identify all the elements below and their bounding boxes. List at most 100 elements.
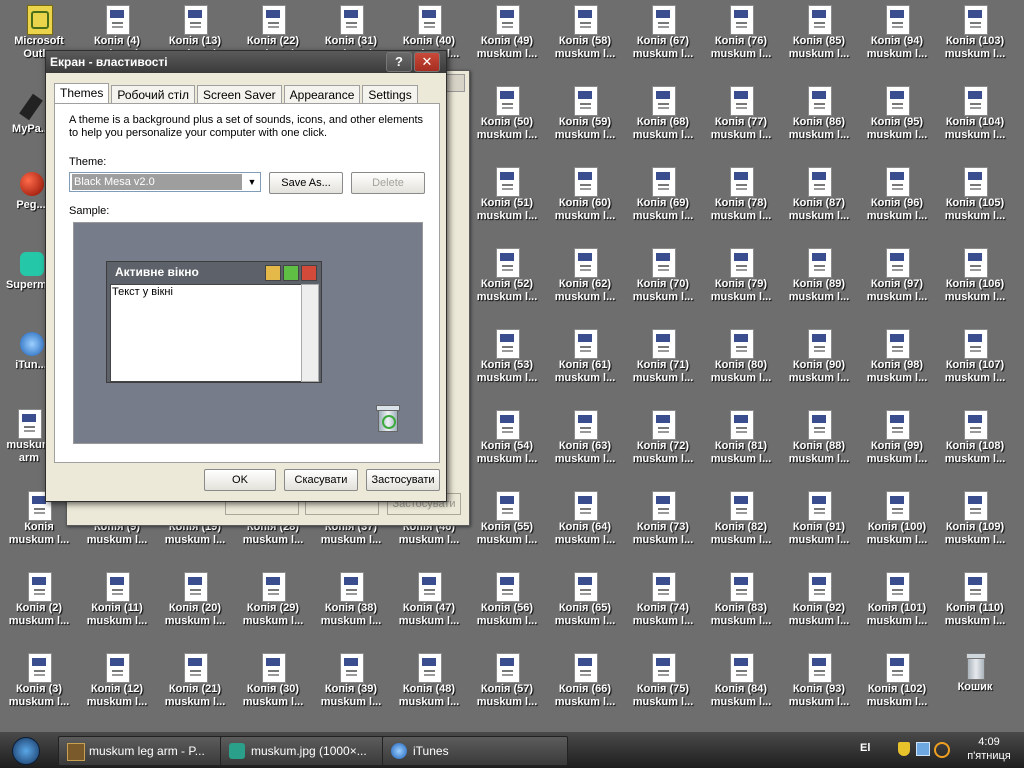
- desktop-icon-file[interactable]: Копія (2) muskum l...: [0, 569, 78, 649]
- desktop-icon-file[interactable]: Копія (83) muskum l...: [702, 569, 780, 649]
- desktop-icon-file[interactable]: Копія (87) muskum l...: [780, 164, 858, 244]
- desktop-icon-file[interactable]: Копія (64) muskum l...: [546, 488, 624, 568]
- taskbar-button-photoshop[interactable]: muskum leg arm - P...: [58, 736, 246, 766]
- desktop-icon-file[interactable]: Копія (86) muskum l...: [780, 83, 858, 163]
- desktop-icon-file[interactable]: Копія (65) muskum l...: [546, 569, 624, 649]
- desktop-icon-file[interactable]: Копія (90) muskum l...: [780, 326, 858, 406]
- desktop-icon-file[interactable]: Копія (66) muskum l...: [546, 650, 624, 730]
- desktop-icon-file[interactable]: Копія (109) muskum l...: [936, 488, 1014, 568]
- desktop-icon-file[interactable]: Копія (71) muskum l...: [624, 326, 702, 406]
- close-button[interactable]: ✕: [414, 52, 440, 72]
- desktop-icon-file[interactable]: Копія (29) muskum l...: [234, 569, 312, 649]
- desktop-icon-recycle-bin[interactable]: Кошик: [936, 648, 1014, 728]
- desktop-icon-file[interactable]: Копія (104) muskum l...: [936, 83, 1014, 163]
- desktop-icon-file[interactable]: Копія (61) muskum l...: [546, 326, 624, 406]
- desktop-icon-file[interactable]: Копія (95) muskum l...: [858, 83, 936, 163]
- tab-appearance[interactable]: Appearance: [283, 85, 361, 104]
- desktop-icon-file[interactable]: Копія (78) muskum l...: [702, 164, 780, 244]
- apply-button[interactable]: Застосувати: [366, 469, 440, 491]
- desktop-icon-file[interactable]: Копія (54) muskum l...: [468, 407, 546, 487]
- save-as-button[interactable]: Save As...: [269, 172, 343, 194]
- desktop-icon-file[interactable]: Копія (68) muskum l...: [624, 83, 702, 163]
- desktop-icon-file[interactable]: Копія (57) muskum l...: [468, 650, 546, 730]
- desktop-icon-file[interactable]: Копія (85) muskum l...: [780, 2, 858, 82]
- desktop-icon-file[interactable]: Копія (60) muskum l...: [546, 164, 624, 244]
- desktop-icon-file[interactable]: Копія (92) muskum l...: [780, 569, 858, 649]
- desktop-icon-file[interactable]: Копія (59) muskum l...: [546, 83, 624, 163]
- desktop-icon-file[interactable]: Копія (76) muskum l...: [702, 2, 780, 82]
- clock[interactable]: 4:09 п'ятниця: [956, 735, 1022, 763]
- desktop-icon-file[interactable]: Копія (49) muskum l...: [468, 2, 546, 82]
- desktop-icon-file[interactable]: Копія (80) muskum l...: [702, 326, 780, 406]
- delete-button[interactable]: Delete: [351, 172, 425, 194]
- desktop-icon-file[interactable]: Копія (107) muskum l...: [936, 326, 1014, 406]
- cancel-button[interactable]: Скасувати: [284, 469, 358, 491]
- desktop-icon-file[interactable]: Копія (62) muskum l...: [546, 245, 624, 325]
- desktop-icon-file[interactable]: Копія (39) muskum l...: [312, 650, 390, 730]
- security-shield-icon[interactable]: [898, 742, 910, 756]
- desktop-icon-file[interactable]: Копія (38) muskum l...: [312, 569, 390, 649]
- desktop-icon-file[interactable]: Копія (105) muskum l...: [936, 164, 1014, 244]
- desktop-icon-file[interactable]: Копія (101) muskum l...: [858, 569, 936, 649]
- desktop-icon-file[interactable]: Копія (3) muskum l...: [0, 650, 78, 730]
- desktop-icon-file[interactable]: Копія (67) muskum l...: [624, 2, 702, 82]
- desktop-icon-file[interactable]: Копія (50) muskum l...: [468, 83, 546, 163]
- network-icon[interactable]: [916, 742, 930, 756]
- desktop-icon-file[interactable]: Копія (75) muskum l...: [624, 650, 702, 730]
- desktop-icon-file[interactable]: Копія (106) muskum l...: [936, 245, 1014, 325]
- desktop-icon-file[interactable]: Копія (55) muskum l...: [468, 488, 546, 568]
- taskbar-button-itunes[interactable]: iTunes: [382, 736, 568, 766]
- desktop-icon-file[interactable]: Копія (51) muskum l...: [468, 164, 546, 244]
- volume-icon[interactable]: [934, 742, 950, 758]
- desktop-icon-file[interactable]: Копія (81) muskum l...: [702, 407, 780, 487]
- help-button[interactable]: ?: [386, 52, 412, 72]
- desktop-icon-file[interactable]: Копія (74) muskum l...: [624, 569, 702, 649]
- desktop-icon-file[interactable]: Копія (30) muskum l...: [234, 650, 312, 730]
- desktop-icon-file[interactable]: Копія (102) muskum l...: [858, 650, 936, 730]
- language-indicator[interactable]: El: [860, 742, 870, 754]
- desktop-icon-file[interactable]: Копія (48) muskum l...: [390, 650, 468, 730]
- tab-screen-saver[interactable]: Screen Saver: [196, 85, 282, 104]
- dialog-titlebar[interactable]: Екран - властивості ? ✕: [46, 51, 446, 73]
- desktop-icon-file[interactable]: Копія (84) muskum l...: [702, 650, 780, 730]
- desktop-icon-file[interactable]: Копія (21) muskum l...: [156, 650, 234, 730]
- desktop-icon-file[interactable]: Копія (72) muskum l...: [624, 407, 702, 487]
- desktop-icon-file[interactable]: Копія (77) muskum l...: [702, 83, 780, 163]
- desktop-icon-file[interactable]: Копія (70) muskum l...: [624, 245, 702, 325]
- close-icon[interactable]: [445, 74, 465, 92]
- desktop-icon-file[interactable]: Копія (103) muskum l...: [936, 2, 1014, 82]
- desktop-icon-file[interactable]: Копія (69) muskum l...: [624, 164, 702, 244]
- theme-dropdown[interactable]: Black Mesa v2.0 ▼: [69, 172, 261, 192]
- desktop-icon-file[interactable]: Копія (73) muskum l...: [624, 488, 702, 568]
- desktop-icon-file[interactable]: Копія (88) muskum l...: [780, 407, 858, 487]
- ok-button[interactable]: OK: [204, 469, 276, 491]
- tab-desktop[interactable]: Робочий стіл: [111, 85, 195, 104]
- desktop-icon-file[interactable]: Копія (99) muskum l...: [858, 407, 936, 487]
- desktop-icon-file[interactable]: Копія (47) muskum l...: [390, 569, 468, 649]
- desktop-icon-file[interactable]: Копія (94) muskum l...: [858, 2, 936, 82]
- desktop-icon-file[interactable]: Копія (91) muskum l...: [780, 488, 858, 568]
- desktop-icon-file[interactable]: Копія (53) muskum l...: [468, 326, 546, 406]
- taskbar-button-image-viewer[interactable]: muskum.jpg (1000×...: [220, 736, 408, 766]
- desktop-icon-file[interactable]: Копія (52) muskum l...: [468, 245, 546, 325]
- tab-settings[interactable]: Settings: [362, 85, 418, 104]
- desktop-icon-file[interactable]: Копія (11) muskum l...: [78, 569, 156, 649]
- desktop-icon-file[interactable]: Копія (98) muskum l...: [858, 326, 936, 406]
- desktop-icon-file[interactable]: Копія (63) muskum l...: [546, 407, 624, 487]
- desktop-icon-file[interactable]: Копія (108) muskum l...: [936, 407, 1014, 487]
- desktop-icon-file[interactable]: Копія (82) muskum l...: [702, 488, 780, 568]
- desktop-icon-file[interactable]: Копія (20) muskum l...: [156, 569, 234, 649]
- desktop-icon-file[interactable]: Копія (93) muskum l...: [780, 650, 858, 730]
- desktop-icon-file[interactable]: Копія (79) muskum l...: [702, 245, 780, 325]
- desktop-icon-file[interactable]: Копія (89) muskum l...: [780, 245, 858, 325]
- desktop-icon-file[interactable]: Копія (58) muskum l...: [546, 2, 624, 82]
- tab-themes[interactable]: Themes: [54, 83, 110, 104]
- desktop-icon-file[interactable]: Копія (12) muskum l...: [78, 650, 156, 730]
- desktop-icon-file[interactable]: Копія (96) muskum l...: [858, 164, 936, 244]
- desktop-icon-file[interactable]: Копія (100) muskum l...: [858, 488, 936, 568]
- chevron-down-icon[interactable]: ▼: [244, 173, 260, 191]
- desktop-icon-file[interactable]: Копія (97) muskum l...: [858, 245, 936, 325]
- start-button[interactable]: [6, 735, 44, 765]
- desktop-icon-file[interactable]: Копія (56) muskum l...: [468, 569, 546, 649]
- desktop-icon-file[interactable]: Копія (110) muskum l...: [936, 569, 1014, 649]
